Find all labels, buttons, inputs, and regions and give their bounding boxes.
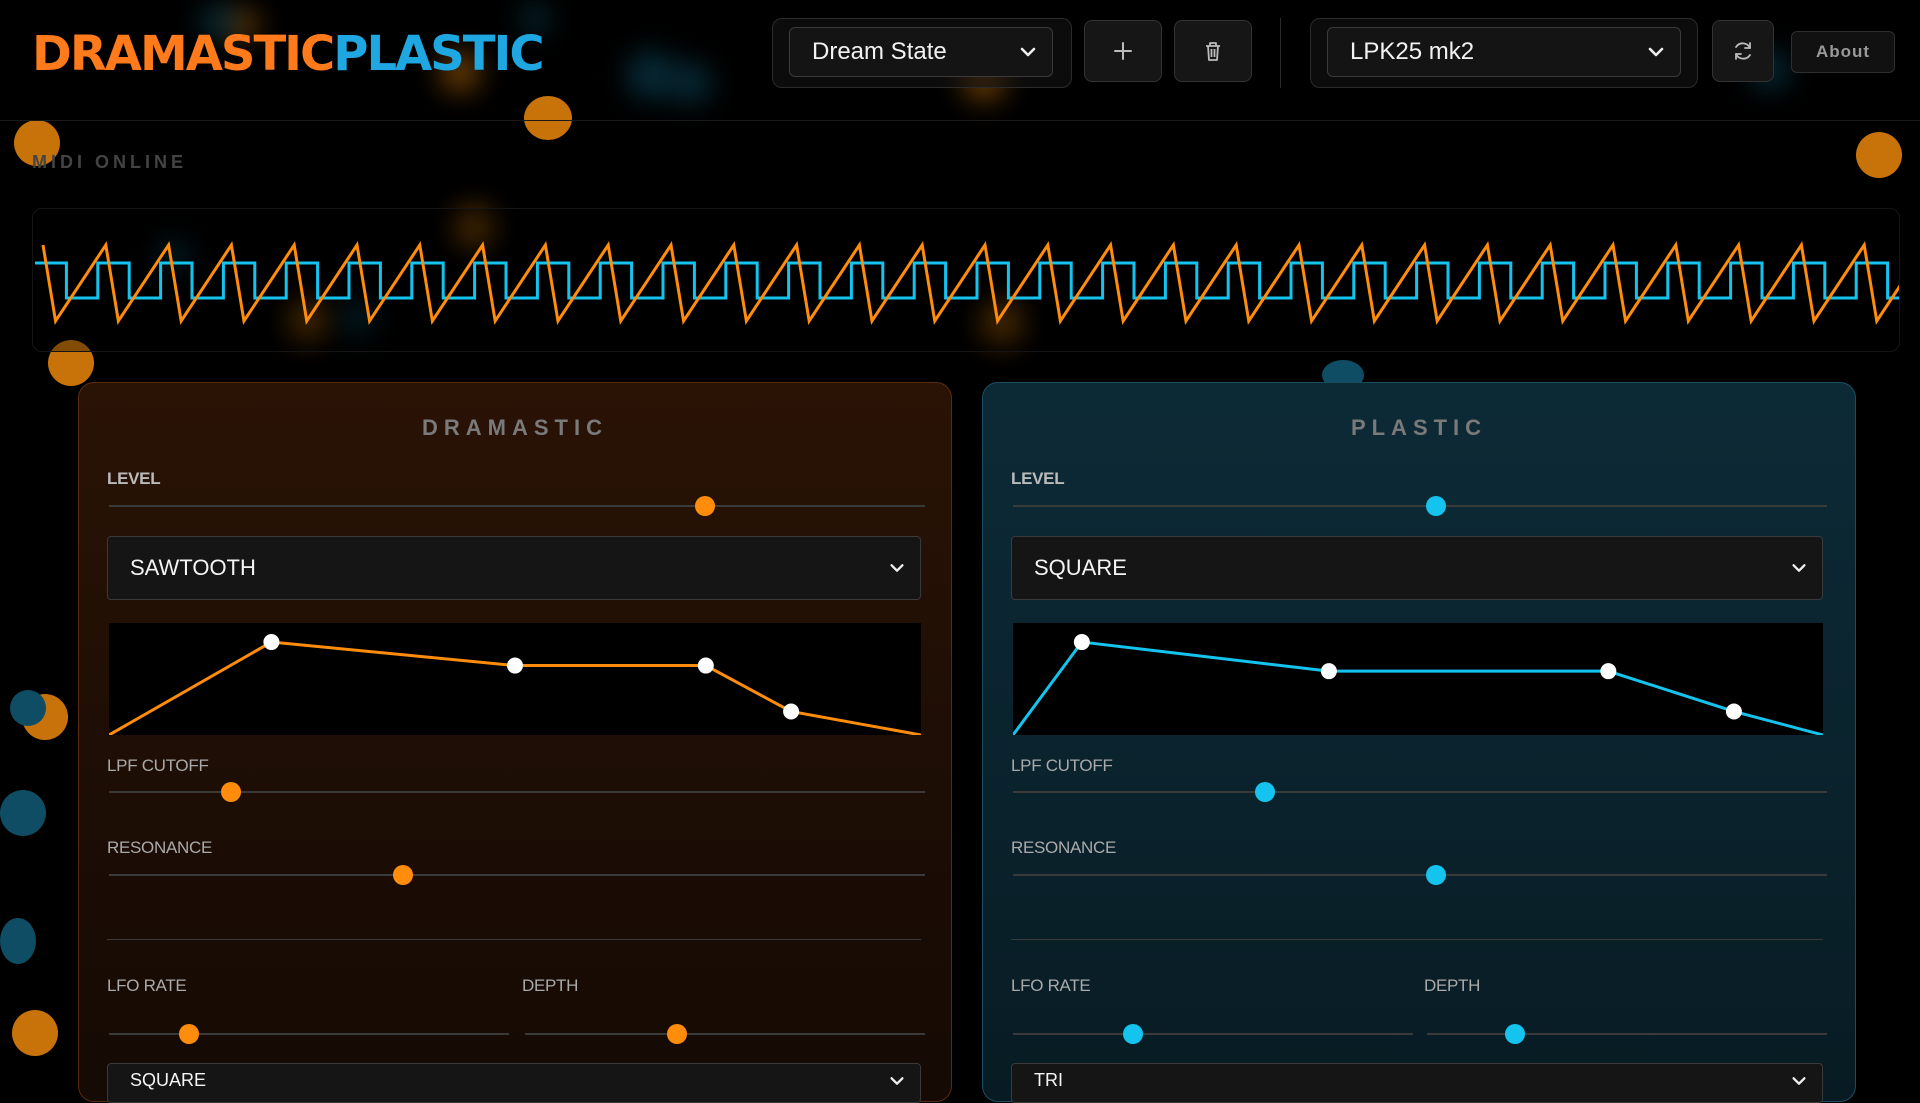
level-slider[interactable] [109,496,925,516]
oscillator-waveform-select[interactable]: SQUARE [1011,536,1823,600]
level-label: LEVEL [107,469,161,488]
lpf-cutoff-slider[interactable] [1013,782,1827,802]
waveform-display [35,240,1920,326]
envelope-line [108,640,922,737]
lpf-cutoff-label: LPF CUTOFF [1011,756,1113,775]
resonance-label: RESONANCE [1011,838,1116,857]
chevron-down-icon [1792,1077,1806,1085]
oscillator-waveform-select[interactable]: SAWTOOTH [107,536,921,600]
slider-track [1427,1033,1827,1035]
preset-select-value: Dream State [812,38,947,65]
lpf-cutoff-slider[interactable] [109,782,925,802]
level-slider[interactable] [1013,496,1827,516]
envelope-handle[interactable] [1073,634,1090,651]
envelope-curve[interactable] [108,623,922,737]
slider-track [109,505,925,507]
midi-device-select[interactable]: LPK25 mk2 [1327,27,1681,77]
trash-icon [1206,42,1220,61]
waveform-value: SAWTOOTH [130,555,256,580]
slider-thumb[interactable] [694,496,715,516]
lpf-cutoff-label: LPF CUTOFF [107,756,209,775]
envelope-handle[interactable] [263,634,280,651]
envelope-line [1011,640,1824,737]
resonance-slider[interactable] [109,865,925,885]
slider-thumb[interactable] [1123,1024,1143,1044]
slider-thumb[interactable] [221,782,242,802]
plastic-panel: PLASTIC LEVEL SQUARE LPF CUTOFF RESONANC… [982,382,1856,1103]
envelope-editor[interactable] [1011,623,1824,737]
lfo-depth-label: DEPTH [1424,976,1481,995]
panel-title: DRAMASTIC [422,415,608,440]
add-preset-button[interactable] [1084,20,1162,82]
slider-thumb[interactable] [667,1024,687,1044]
slider-track [109,874,925,876]
slider-thumb[interactable] [1505,1024,1525,1044]
delete-preset-button[interactable] [1174,20,1252,82]
lfo-rate-label: LFO RATE [107,976,187,995]
resonance-slider[interactable] [1013,865,1827,885]
envelope-handle[interactable] [507,657,523,674]
envelope-editor[interactable] [108,623,922,737]
chevron-down-icon [890,1077,904,1085]
logo-part-dramastic: DRAMASTIC [32,26,335,82]
preset-group: Dream State [772,18,1072,88]
lfo-rate-label: LFO RATE [1011,976,1091,995]
slider-thumb[interactable] [392,865,413,885]
midi-device-group: LPK25 mk2 [1310,18,1698,88]
logo-part-plastic: PLASTIC [333,26,544,82]
slider-thumb[interactable] [1255,782,1276,802]
plus-icon [1114,42,1132,60]
slider-track [1013,505,1827,507]
slider-thumb[interactable] [179,1024,199,1044]
midi-device-value: LPK25 mk2 [1350,38,1475,65]
lfo-depth-slider[interactable] [525,1024,925,1044]
lfo-depth-label: DEPTH [522,976,579,995]
slider-track [109,1033,509,1035]
sawtooth-wave-trace [41,240,1920,326]
envelope-handle[interactable] [697,657,714,674]
oscilloscope [32,208,1920,352]
slider-thumb[interactable] [1426,865,1447,885]
preset-select[interactable]: Dream State [789,27,1053,77]
dramastic-panel: DRAMASTIC LEVEL SAWTOOTH LPF CUTOFF RESO… [78,382,952,1103]
envelope-curve[interactable] [1011,623,1824,737]
chevron-down-icon [1792,564,1806,572]
top-bar: DRAMASTICPLASTIC Dream State LPK25 mk2 A… [0,0,1920,121]
section-divider [107,939,921,940]
lfo-waveform-value: SQUARE [130,1070,207,1090]
header-divider [1280,18,1281,88]
lfo-depth-slider[interactable] [1427,1024,1827,1044]
lfo-rate-slider[interactable] [109,1024,509,1044]
envelope-handle[interactable] [783,703,800,720]
slider-track [1013,1033,1413,1035]
slider-track [525,1033,925,1035]
lfo-rate-slider[interactable] [1013,1024,1413,1044]
level-label: LEVEL [1011,469,1065,488]
resonance-label: RESONANCE [107,838,212,857]
refresh-midi-button[interactable] [1712,20,1774,82]
midi-status: MIDI ONLINE [32,152,187,172]
chevron-down-icon [890,564,904,572]
refresh-icon [1735,42,1751,60]
envelope-handle[interactable] [1320,663,1337,680]
envelope-handle[interactable] [1725,703,1742,720]
envelope-handle[interactable] [1600,663,1617,680]
chevron-down-icon [1648,47,1664,57]
lfo-waveform-select[interactable]: TRI [1011,1063,1823,1103]
section-divider [1011,939,1823,940]
app-logo: DRAMASTICPLASTIC [32,26,545,82]
panel-title: PLASTIC [1350,415,1488,440]
slider-track [1013,874,1827,876]
waveform-value: SQUARE [1034,555,1127,580]
about-button[interactable]: About [1791,31,1895,73]
slider-track [1013,791,1827,793]
chevron-down-icon [1020,47,1036,57]
lfo-waveform-value: TRI [1034,1070,1063,1090]
slider-thumb[interactable] [1426,496,1447,516]
lfo-waveform-select[interactable]: SQUARE [107,1063,921,1103]
